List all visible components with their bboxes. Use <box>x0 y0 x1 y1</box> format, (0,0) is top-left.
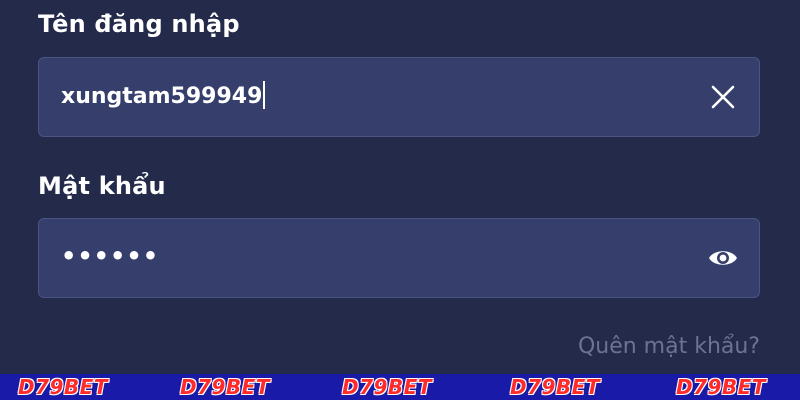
password-field[interactable]: •••••• <box>38 218 760 298</box>
username-field[interactable]: xungtam599949 <box>38 57 760 137</box>
watermark-logo: D79BET <box>342 375 432 399</box>
password-label: Mật khẩu <box>38 172 166 200</box>
text-caret <box>263 81 266 109</box>
toggle-password-visibility-button[interactable] <box>707 242 739 274</box>
eye-icon <box>709 251 737 265</box>
username-value-wrap: xungtam599949 <box>61 58 266 136</box>
watermark-logo: D79BET <box>510 375 600 399</box>
watermark-logo: D79BET <box>180 375 270 399</box>
username-label: Tên đăng nhập <box>38 10 240 38</box>
forgot-password-link[interactable]: Quên mật khẩu? <box>578 334 760 359</box>
close-icon <box>711 85 735 109</box>
username-value: xungtam599949 <box>61 84 263 109</box>
watermark-banner: D79BET D79BET D79BET D79BET D79BET <box>0 374 800 400</box>
clear-username-button[interactable] <box>707 81 739 113</box>
watermark-logo: D79BET <box>676 375 766 399</box>
password-value-wrap: •••••• <box>61 219 159 297</box>
watermark-logo: D79BET <box>18 375 108 399</box>
password-masked-value: •••••• <box>61 242 160 270</box>
